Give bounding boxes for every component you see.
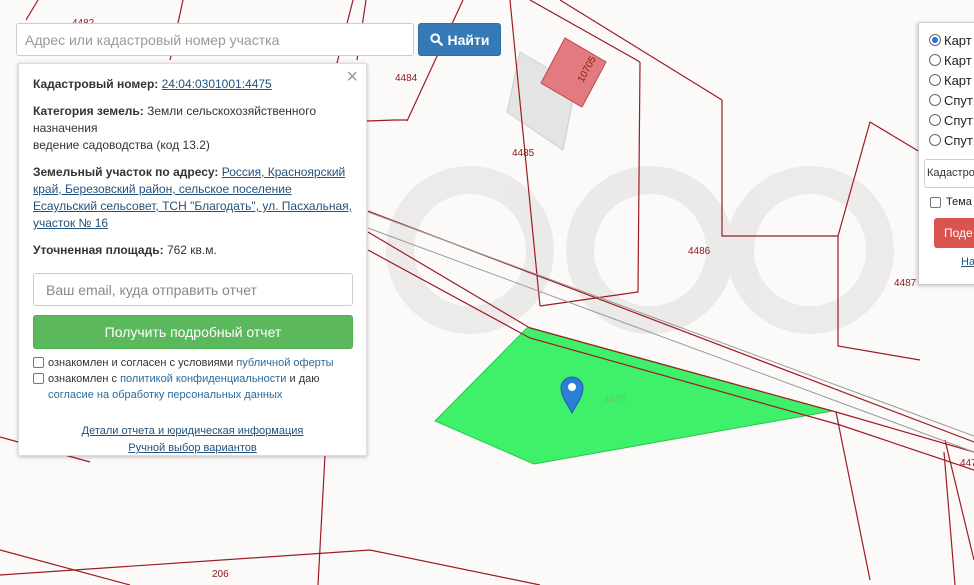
manual-selection-link[interactable]: Ручной выбор вариантов (33, 440, 352, 457)
consent-offer-row: ознакомлен и согласен с условиями публич… (33, 355, 352, 371)
footer-links: Детали отчета и юридическая информация Р… (33, 423, 352, 457)
layer-radio[interactable] (929, 54, 941, 66)
address-label: Земельный участок по адресу: (33, 165, 219, 179)
category-label: Категория земель: (33, 104, 144, 118)
plot-label-4485: 4485 (512, 148, 535, 159)
layer-option-2[interactable]: Карт (919, 70, 974, 90)
consent-offer-text: ознакомлен и согласен с условиями публич… (48, 355, 334, 371)
plot-info-panel: × Кадастровый номер: 24:04:0301001:4475 … (18, 63, 367, 456)
layer-option-1[interactable]: Карт (919, 50, 974, 70)
plot-label-447: 447 (960, 458, 974, 469)
consent-privacy-mid: и даю (289, 373, 320, 385)
search-button[interactable]: Найти (418, 23, 501, 56)
cadastral-row: Кадастровый номер: 24:04:0301001:4475 (33, 76, 352, 93)
layer-radio[interactable] (929, 114, 941, 126)
layer-action-button[interactable]: Поде (934, 218, 974, 248)
get-report-button[interactable]: Получить подробный отчет (33, 315, 353, 349)
public-offer-link[interactable]: публичной оферты (236, 357, 333, 369)
plot-label-4487: 4487 (894, 278, 917, 289)
layer-radio[interactable] (929, 94, 941, 106)
personal-data-link[interactable]: согласие на обработку персональных данны… (48, 389, 282, 401)
search-input[interactable] (16, 23, 414, 56)
search-button-label: Найти (447, 31, 490, 48)
cadastral-label: Кадастровый номер: (33, 77, 159, 91)
layer-type-select[interactable]: Кадастро (924, 159, 974, 188)
consent-privacy-label: ознакомлен с (48, 373, 118, 385)
layer-option-label: Карт (944, 52, 972, 68)
area-value: 762 кв.м. (166, 243, 217, 257)
layer-link[interactable]: На (961, 256, 974, 268)
email-field[interactable] (33, 273, 353, 306)
layer-option-label: Карт (944, 72, 972, 88)
cadastral-number-link[interactable]: 24:04:0301001:4475 (162, 77, 272, 91)
layer-radio[interactable] (929, 134, 941, 146)
plot-label-4486: 4486 (688, 246, 711, 257)
use-value: ведение садоводства (код 13.2) (33, 138, 210, 152)
area-row: Уточненная площадь: 762 кв.м. (33, 242, 352, 259)
thematic-checkbox[interactable] (930, 197, 941, 208)
layer-option-5[interactable]: Спут (919, 130, 974, 150)
close-button[interactable]: × (346, 67, 358, 87)
plot-label-4484: 4484 (395, 73, 418, 84)
selected-plot[interactable] (434, 326, 833, 465)
report-details-link[interactable]: Детали отчета и юридическая информация (33, 423, 352, 440)
privacy-policy-link[interactable]: политикой конфиденциальности (120, 373, 286, 385)
thematic-row: Тема (919, 195, 974, 208)
consent-block: ознакомлен и согласен с условиями публич… (33, 355, 352, 403)
category-row: Категория земель: Земли сельскохозяйстве… (33, 103, 352, 154)
layer-radio[interactable] (929, 74, 941, 86)
area-label: Уточненная площадь: (33, 243, 164, 257)
address-row: Земельный участок по адресу: Россия, Кра… (33, 164, 352, 232)
layer-option-label: Карт (944, 32, 972, 48)
privacy-checkbox[interactable] (33, 373, 44, 384)
layer-option-label: Спут (944, 132, 973, 148)
layer-option-4[interactable]: Спут (919, 110, 974, 130)
offer-checkbox[interactable] (33, 357, 44, 368)
consent-privacy-text: ознакомлен с политикой конфиденциальност… (48, 371, 352, 403)
consent-privacy-row: ознакомлен с политикой конфиденциальност… (33, 371, 352, 403)
consent-offer-label: ознакомлен и согласен с условиями (48, 357, 234, 369)
plot-label-206: 206 (212, 569, 229, 580)
layer-option-label: Спут (944, 112, 973, 128)
thematic-label: Тема (946, 195, 972, 208)
layer-option-label: Спут (944, 92, 973, 108)
search-icon (429, 33, 443, 46)
layers-panel: Карт Карт Карт Спут Спут Спут Кадастро Т… (918, 22, 974, 285)
plot-label-4475: 4475 (604, 394, 627, 405)
layer-option-0[interactable]: Карт (919, 30, 974, 50)
layer-option-3[interactable]: Спут (919, 90, 974, 110)
layer-radio[interactable] (929, 34, 941, 46)
